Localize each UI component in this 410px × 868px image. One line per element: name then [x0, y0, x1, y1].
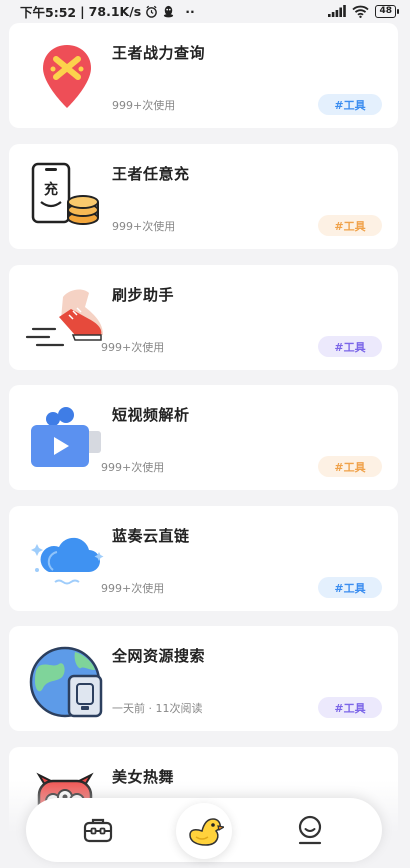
tag-badge[interactable]: #工具 [318, 577, 382, 598]
profile-tab[interactable] [284, 798, 336, 862]
status-bar: 下午5:52 | 78.1K/s ·· 48 [0, 0, 410, 22]
tool-card[interactable]: 全网资源搜索 一天前 · 11次阅读 #工具 [9, 626, 398, 731]
more-notifications: ·· [185, 3, 195, 19]
map-pin-icon [43, 45, 91, 108]
card-title: 短视频解析 [112, 406, 190, 424]
card-title: 蓝奏云直链 [112, 527, 190, 545]
card-title: 刷步助手 [112, 286, 175, 304]
tag-badge[interactable]: #工具 [318, 215, 382, 236]
tool-card[interactable]: 蓝奏云直链 999+次使用 #工具 [9, 506, 398, 611]
globe-drive-icon [29, 646, 103, 718]
tag-badge[interactable]: #工具 [318, 697, 382, 718]
signal-icon [328, 5, 347, 17]
tag-badge[interactable]: #工具 [318, 336, 382, 357]
read-info: 一天前 · 11次阅读 [112, 702, 203, 715]
phone-label: 充 [44, 181, 58, 198]
usage-count: 999+次使用 [112, 220, 176, 233]
battery-icon: 48 [375, 4, 399, 18]
tool-card[interactable]: 短视频解析 999+次使用 #工具 [9, 385, 398, 490]
status-time: 下午5:52 [20, 4, 77, 20]
usage-count: 999+次使用 [101, 341, 165, 354]
usage-count: 999+次使用 [101, 582, 165, 595]
usage-count: 999+次使用 [112, 99, 176, 112]
usage-count: 999+次使用 [101, 461, 165, 474]
tag-badge[interactable]: #工具 [318, 456, 382, 477]
card-title: 王者任意充 [112, 165, 190, 183]
video-camera-icon [31, 407, 101, 467]
home-tab[interactable] [176, 803, 232, 859]
tool-card[interactable]: 王者战力查询 999+次使用 #工具 [9, 23, 398, 128]
tag-badge[interactable]: #工具 [318, 94, 382, 115]
tool-card[interactable]: 刷步助手 999+次使用 #工具 [9, 265, 398, 370]
network-speed: 78.1K/s [88, 3, 142, 19]
phone-coin-icon: 充 [31, 162, 99, 225]
toolbox-icon [83, 818, 113, 843]
tool-card[interactable]: 充 王者任意充 999+次使用 #工具 [9, 144, 398, 249]
alarm-icon [146, 5, 158, 18]
card-title: 王者战力查询 [112, 44, 206, 62]
user-icon [298, 815, 322, 845]
wifi-icon [352, 5, 370, 18]
duck-icon [189, 818, 224, 846]
running-shoe-icon [25, 289, 103, 347]
qq-icon [164, 5, 174, 17]
status-separator: | [80, 3, 85, 19]
card-title: 全网资源搜索 [112, 647, 206, 665]
bottom-tab-bar [26, 798, 382, 862]
cloud-icon [31, 537, 104, 585]
toolbox-tab[interactable] [72, 798, 124, 862]
